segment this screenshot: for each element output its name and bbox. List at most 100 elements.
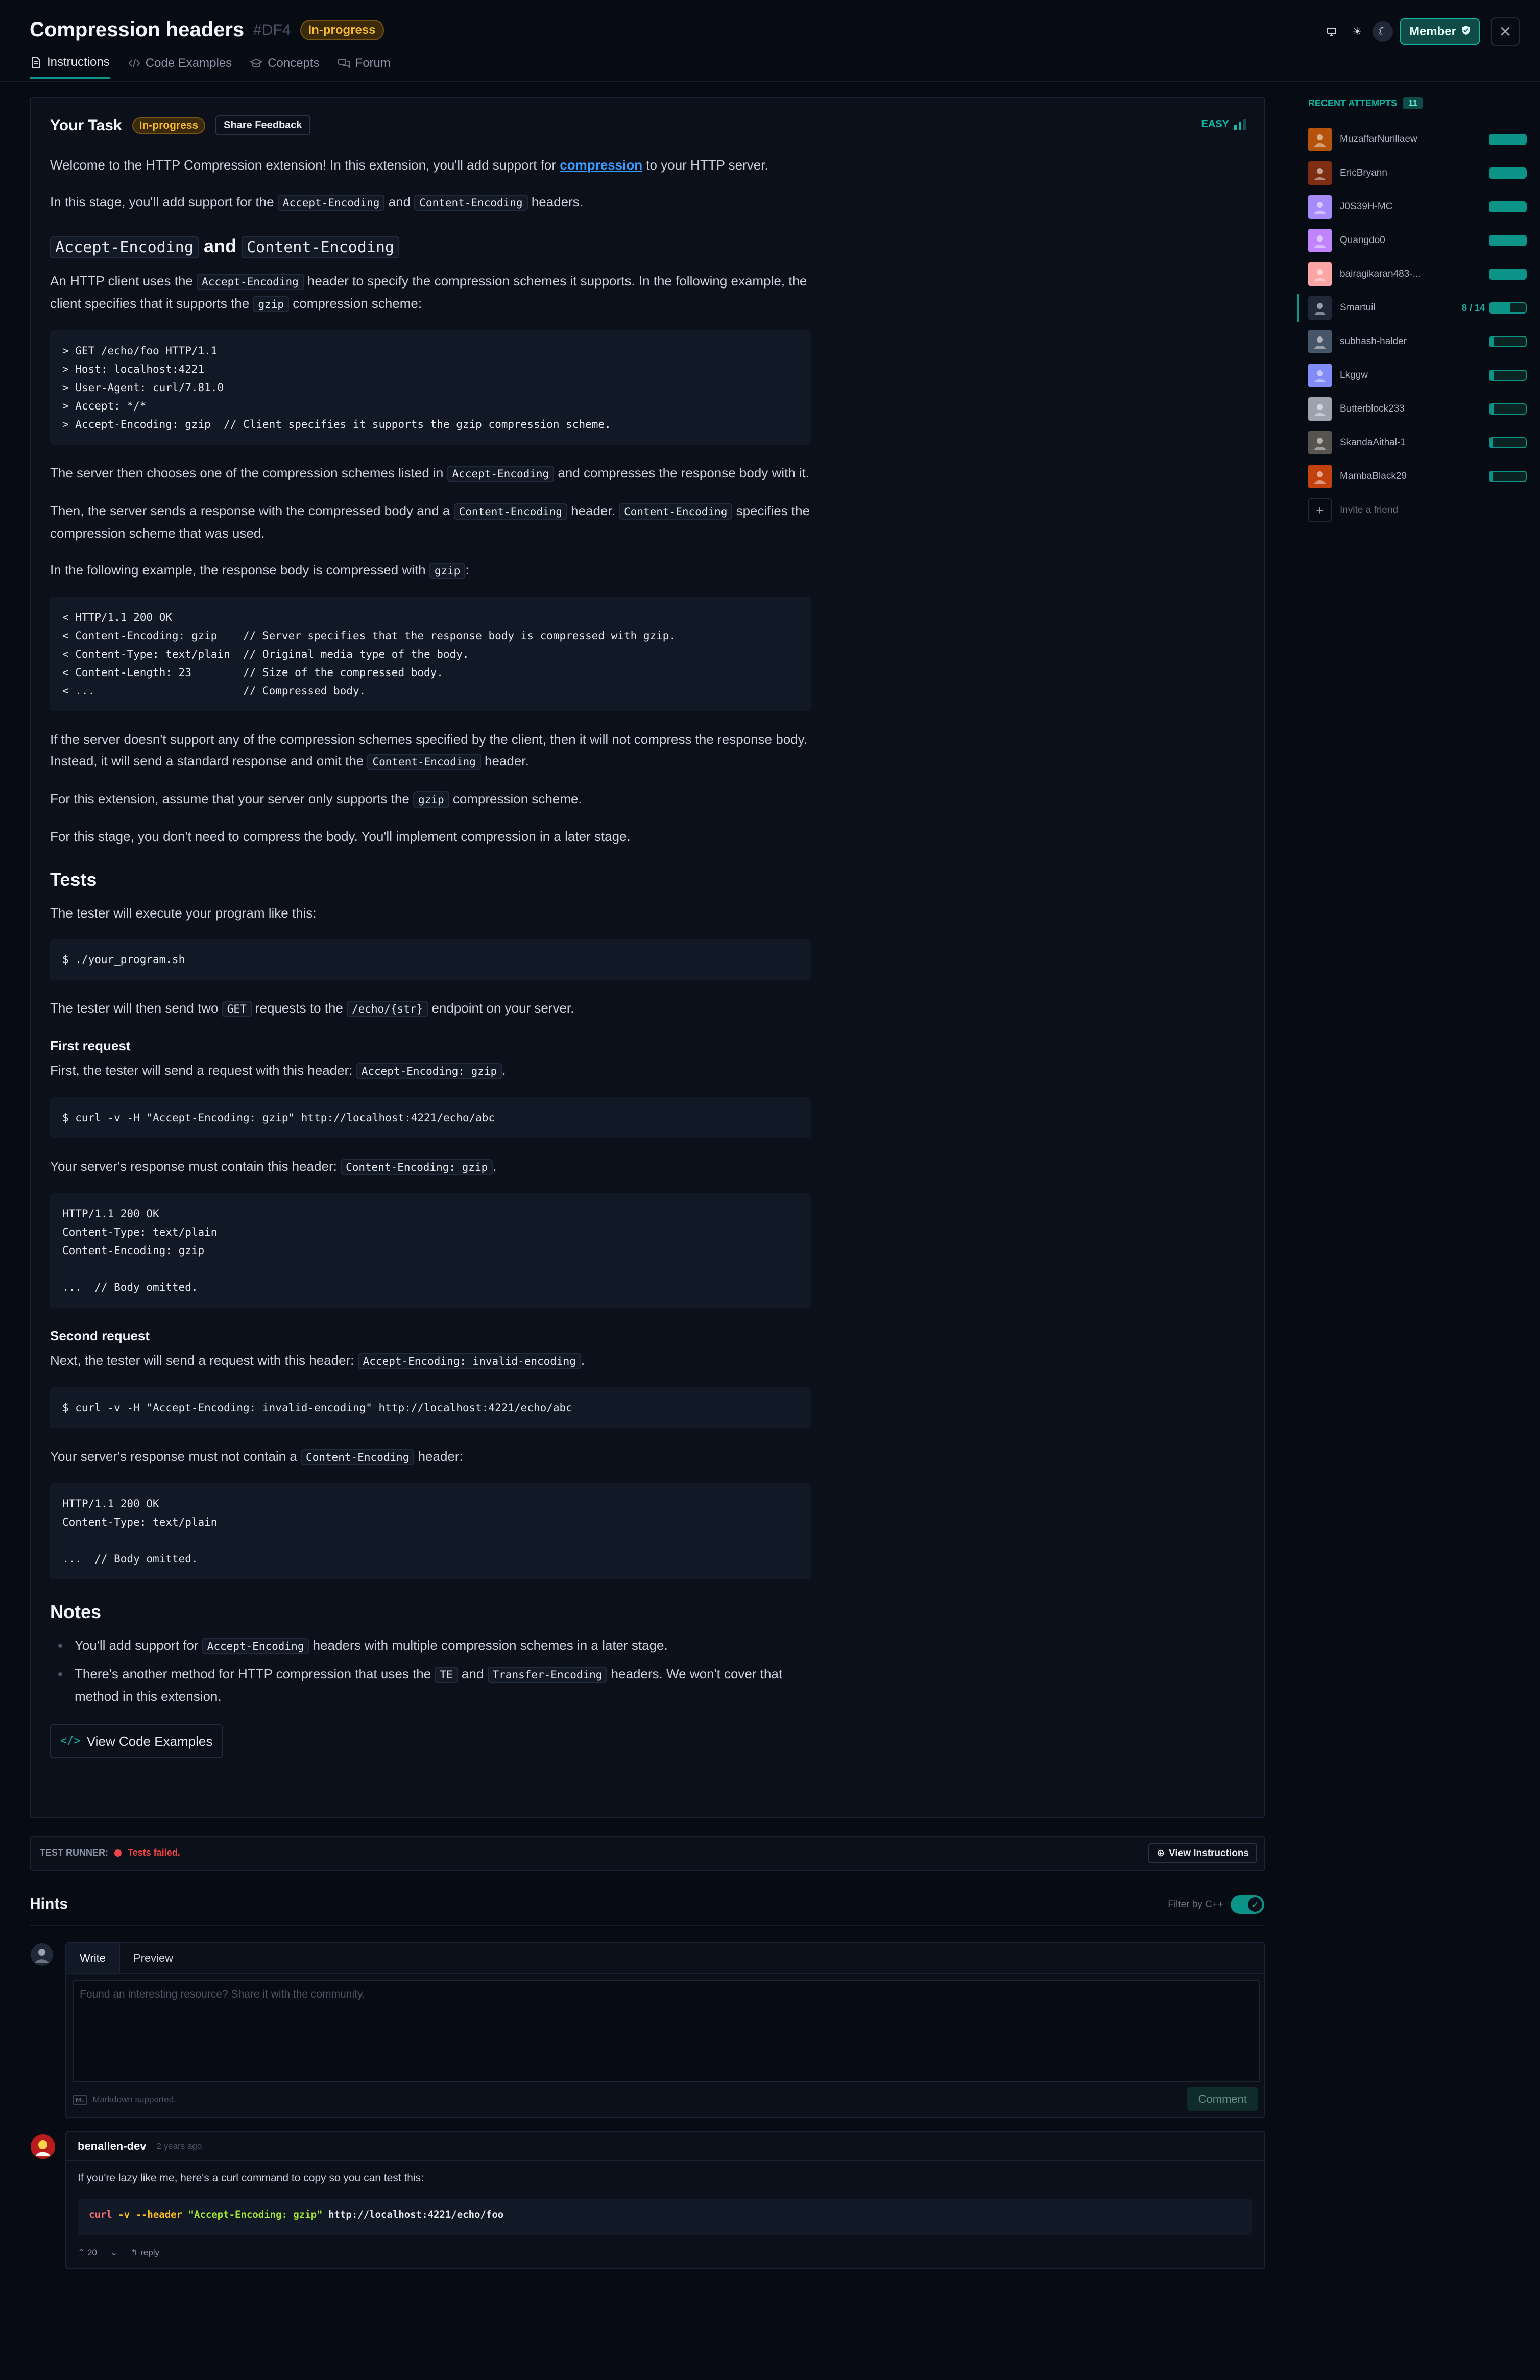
attempt-steps: 8 / 14 [1461, 302, 1485, 313]
attempt-progress-bar [1489, 370, 1527, 381]
view-instructions-label: View Instructions [1169, 1847, 1249, 1859]
view-code-examples-label: View Code Examples [86, 1734, 213, 1749]
theme-switcher: ☀ ☾ [1321, 21, 1393, 42]
avatar [1308, 330, 1332, 353]
instructions-card: Your Task In-progress Share Feedback EAS… [30, 97, 1265, 1818]
example-paragraph: In the following example, the response b… [50, 559, 811, 582]
no-support-paragraph: If the server doesn't support any of the… [50, 729, 811, 773]
avatar [1308, 195, 1332, 219]
hint-comment: benallen-dev 2 years ago If you're lazy … [65, 2131, 1265, 2269]
hints-heading: Hints [30, 1895, 68, 1912]
reply-arrow-icon: ↰ [131, 2248, 138, 2257]
tab-preview[interactable]: Preview [120, 1943, 186, 1973]
attempt-progress-bar [1489, 471, 1527, 482]
attempt-row[interactable]: Smartuil 8 / 14 [1297, 291, 1527, 325]
attempt-row[interactable]: bairagikaran483-... [1297, 257, 1527, 291]
language-filter: Filter by C++ ✓ [1168, 1895, 1264, 1914]
test-runner-status: Tests failed. [128, 1847, 180, 1858]
second-response-code-block: HTTP/1.1 200 OK Content-Type: text/plain… [50, 1483, 811, 1579]
attempt-row[interactable]: SkandaAithal-1 [1297, 426, 1527, 460]
attempt-progress-fill [1490, 371, 1495, 380]
stage-paragraph: In this stage, you'll add support for th… [50, 191, 811, 213]
graduation-cap-icon [250, 57, 263, 69]
attempt-row[interactable]: EricBryann [1297, 156, 1527, 190]
invite-friend-button[interactable]: + Invite a friend [1297, 493, 1527, 527]
tab-forum[interactable]: Forum [338, 55, 391, 79]
filter-label: Filter by C++ [1168, 1899, 1223, 1910]
attempt-username: MambaBlack29 [1340, 471, 1407, 482]
attempt-username: Smartuil [1340, 302, 1376, 313]
test-runner-bar: TEST RUNNER: Tests failed. ⊕ View Instru… [30, 1836, 1265, 1871]
assume-paragraph: For this extension, assume that your ser… [50, 788, 811, 810]
attempt-progress-bar [1489, 302, 1527, 314]
verified-shield-icon [1461, 25, 1471, 39]
monitor-icon[interactable] [1321, 21, 1342, 42]
attempt-row[interactable]: Butterblock233 [1297, 392, 1527, 426]
avatar [1308, 397, 1332, 421]
comment-editor: Write Preview Found an interesting resou… [65, 1942, 1265, 2118]
comment-header: benallen-dev 2 years ago [66, 2132, 1264, 2161]
reply-button[interactable]: ↰ reply [131, 2248, 159, 2258]
attempt-progress-fill [1490, 404, 1495, 414]
then-paragraph: Then, the server sends a response with t… [50, 503, 810, 541]
notes-list: You'll add support for Accept-Encoding h… [50, 1634, 811, 1707]
attempt-row[interactable]: Quangdo0 [1297, 224, 1527, 257]
attempt-row[interactable]: J0S39H-MC [1297, 190, 1527, 224]
downvote-button[interactable]: ⌄ [110, 2248, 117, 2258]
compression-link[interactable]: compression [560, 157, 642, 173]
avatar [1308, 431, 1332, 454]
attempt-progress-fill [1490, 337, 1495, 346]
program-code-block: $ ./your_program.sh [50, 939, 811, 980]
attempt-progress-bar [1489, 336, 1527, 347]
comment-button[interactable]: Comment [1187, 2087, 1258, 2111]
attempt-username: Butterblock233 [1340, 403, 1405, 414]
task-status-badge: In-progress [132, 117, 206, 134]
second-request-heading: Second request [50, 1328, 150, 1343]
upvote-button[interactable]: ⌃ 20 [78, 2248, 97, 2258]
instructions-content: Welcome to the HTTP Compression extensio… [50, 154, 811, 1758]
attempt-progress-bar [1489, 134, 1527, 145]
avatar [1308, 262, 1332, 286]
section-heading-headers: Accept-Encoding and Content-Encoding [50, 234, 811, 260]
comment-actions: ⌃ 20 ⌄ ↰ reply [78, 2248, 159, 2258]
filter-toggle[interactable]: ✓ [1231, 1895, 1264, 1914]
attempt-progress-bar [1489, 437, 1527, 448]
member-label: Member [1409, 25, 1456, 38]
attempts-count-badge: 11 [1403, 97, 1423, 109]
comment-textarea[interactable]: Found an interesting resource? Share it … [73, 1980, 1260, 2082]
second-response-paragraph: Your server's response must not contain … [50, 1446, 811, 1468]
server-paragraph: The server then chooses one of the compr… [50, 462, 811, 485]
attempt-row[interactable]: Lkggw [1297, 358, 1527, 392]
list-item: There's another method for HTTP compress… [50, 1663, 811, 1707]
tab-concepts[interactable]: Concepts [250, 55, 320, 79]
tests-heading: Tests [50, 869, 97, 890]
markdown-icon: M↓ [73, 2095, 88, 2105]
difficulty-label: EASY [1201, 118, 1229, 130]
view-instructions-button[interactable]: ⊕ View Instructions [1148, 1843, 1257, 1863]
attempt-progress-fill [1490, 202, 1526, 211]
tab-instructions[interactable]: Instructions [30, 55, 110, 79]
share-feedback-button[interactable]: Share Feedback [215, 115, 310, 135]
attempt-row[interactable]: MuzaffarNurillaew [1297, 123, 1527, 156]
tab-label: Instructions [47, 55, 110, 69]
comment-code-block: curl -v --header "Accept-Encoding: gzip"… [78, 2199, 1252, 2235]
first-request-heading: First request [50, 1038, 131, 1053]
plus-circle-icon: ⊕ [1157, 1848, 1165, 1859]
check-icon: ✓ [1248, 1897, 1262, 1912]
tab-write[interactable]: Write [66, 1943, 120, 1973]
member-button[interactable]: Member [1400, 18, 1480, 45]
tab-label: Forum [355, 56, 391, 70]
sun-icon[interactable]: ☀ [1347, 21, 1367, 42]
attempt-username: J0S39H-MC [1340, 201, 1393, 212]
first-request-paragraph: First, the tester will send a request wi… [50, 1060, 811, 1082]
page-header: Compression headers #DF4 In-progress Ins… [0, 0, 1540, 82]
tab-code-examples[interactable]: Code Examples [128, 55, 232, 79]
moon-icon[interactable]: ☾ [1372, 21, 1393, 42]
attempt-row[interactable]: MambaBlack29 [1297, 460, 1527, 493]
comment-author[interactable]: benallen-dev [78, 2139, 146, 2153]
attempt-row[interactable]: subhash-halder [1297, 325, 1527, 358]
avatar[interactable] [31, 2134, 55, 2159]
attempt-username: MuzaffarNurillaew [1340, 134, 1417, 145]
view-code-examples-button[interactable]: </> View Code Examples [50, 1724, 223, 1758]
close-button[interactable]: ✕ [1491, 17, 1520, 46]
